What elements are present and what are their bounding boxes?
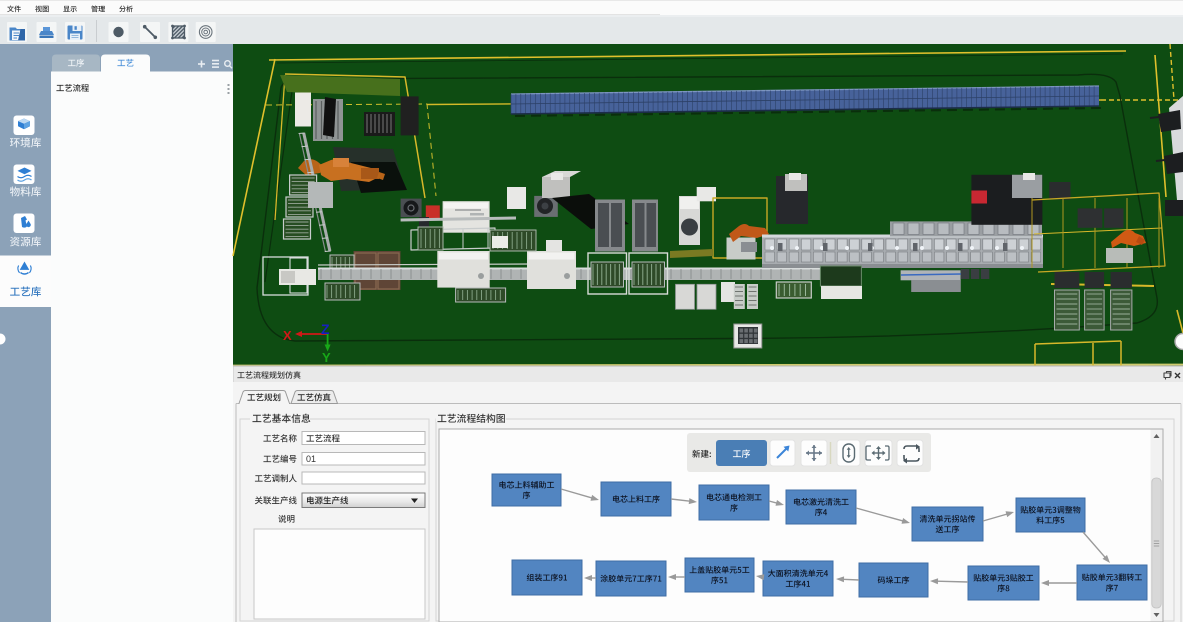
svg-text:Y: Y [322,350,331,365]
svg-text:Z: Z [321,321,330,337]
svg-text:01: 01 [306,454,316,464]
svg-text:X: X [283,328,292,343]
